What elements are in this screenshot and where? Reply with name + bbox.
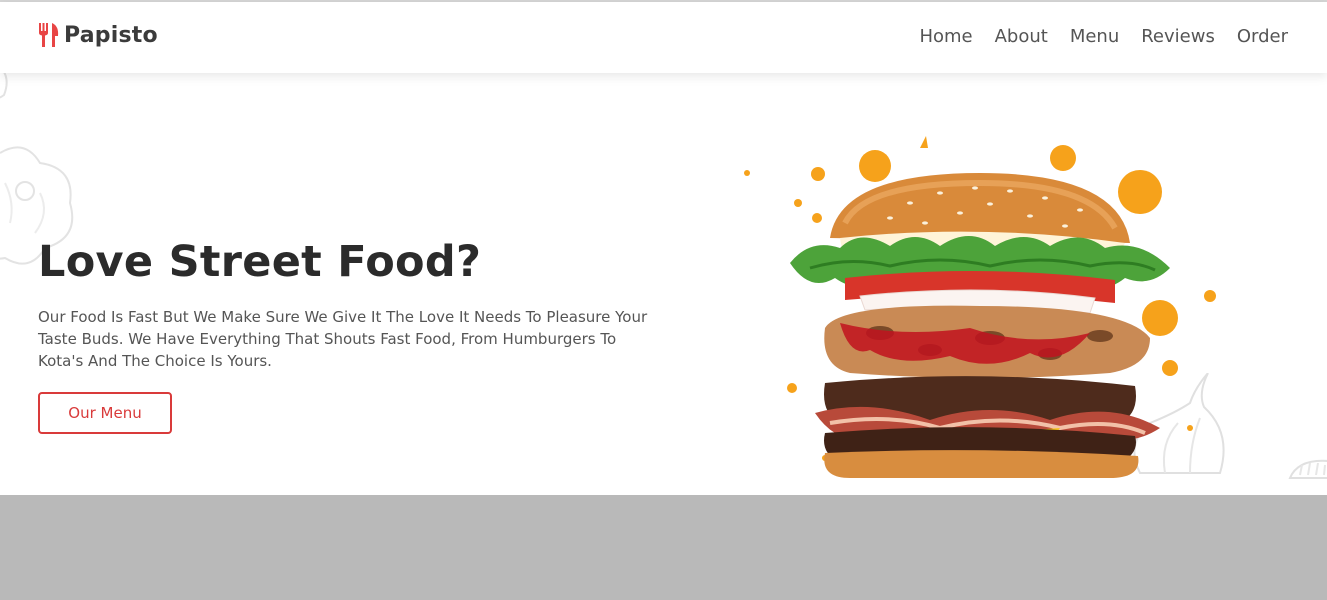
brand-name: Papisto <box>64 22 158 48</box>
hero-description: Our Food Is Fast But We Make Sure We Giv… <box>38 308 648 370</box>
main-nav: Home About Menu Reviews Order <box>919 26 1288 47</box>
our-menu-button[interactable]: Our Menu <box>38 392 172 434</box>
navbar: Papisto Home About Menu Reviews Order <box>0 2 1327 73</box>
footer-band <box>0 495 1327 600</box>
utensils-icon <box>39 23 59 47</box>
nav-about[interactable]: About <box>995 26 1048 47</box>
hero-title: Love Street Food? <box>38 237 482 287</box>
nav-order[interactable]: Order <box>1237 26 1288 47</box>
nav-reviews[interactable]: Reviews <box>1141 26 1215 47</box>
brand-logo[interactable]: Papisto <box>38 22 158 48</box>
hero-section: Love Street Food? Our Food Is Fast But W… <box>0 73 1327 495</box>
nav-menu[interactable]: Menu <box>1070 26 1119 47</box>
burger-image <box>744 136 1216 478</box>
food-doodle <box>0 73 8 99</box>
food-doodle <box>1288 459 1327 479</box>
nav-home[interactable]: Home <box>919 26 972 47</box>
